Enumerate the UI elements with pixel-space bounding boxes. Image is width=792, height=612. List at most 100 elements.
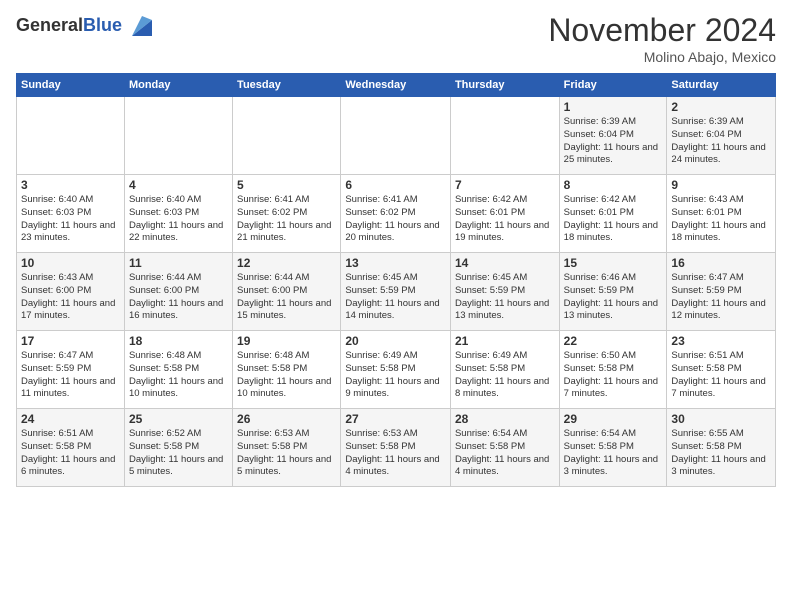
day-info: Sunrise: 6:44 AM Sunset: 6:00 PM Dayligh… bbox=[129, 272, 228, 323]
calendar-cell: 5 Sunrise: 6:41 AM Sunset: 6:02 PM Daylig… bbox=[233, 175, 341, 253]
day-info: Sunrise: 6:55 AM Sunset: 5:58 PM Dayligh… bbox=[671, 428, 771, 479]
calendar-cell bbox=[233, 97, 341, 175]
day-number: 17 bbox=[21, 334, 120, 348]
day-info: Sunrise: 6:39 AM Sunset: 6:04 PM Dayligh… bbox=[564, 116, 663, 167]
day-info: Sunrise: 6:53 AM Sunset: 5:58 PM Dayligh… bbox=[237, 428, 336, 479]
day-info: Sunrise: 6:45 AM Sunset: 5:59 PM Dayligh… bbox=[455, 272, 555, 323]
calendar-cell: 25 Sunrise: 6:52 AM Sunset: 5:58 PM Dayli… bbox=[124, 409, 232, 487]
col-monday: Monday bbox=[124, 74, 232, 97]
day-info: Sunrise: 6:52 AM Sunset: 5:58 PM Dayligh… bbox=[129, 428, 228, 479]
col-wednesday: Wednesday bbox=[341, 74, 451, 97]
day-number: 16 bbox=[671, 256, 771, 270]
calendar-week-row: 3 Sunrise: 6:40 AM Sunset: 6:03 PM Daylig… bbox=[17, 175, 776, 253]
day-number: 28 bbox=[455, 412, 555, 426]
calendar-cell: 28Sunrise: 6:54 AM Sunset: 5:58 PM Dayli… bbox=[450, 409, 559, 487]
day-number: 18 bbox=[129, 334, 228, 348]
day-info: Sunrise: 6:39 AM Sunset: 6:04 PM Dayligh… bbox=[671, 116, 771, 167]
header: GeneralBlue November 2024 Molino Abajo, … bbox=[16, 12, 776, 65]
calendar-cell: 18Sunrise: 6:48 AM Sunset: 5:58 PM Dayli… bbox=[124, 331, 232, 409]
calendar-cell: 21 Sunrise: 6:49 AM Sunset: 5:58 PM Dayli… bbox=[450, 331, 559, 409]
day-number: 15 bbox=[564, 256, 663, 270]
day-number: 10 bbox=[21, 256, 120, 270]
calendar-week-row: 10 Sunrise: 6:43 AM Sunset: 6:00 PM Dayli… bbox=[17, 253, 776, 331]
day-number: 24 bbox=[21, 412, 120, 426]
day-info: Sunrise: 6:47 AM Sunset: 5:59 PM Dayligh… bbox=[671, 272, 771, 323]
day-info: Sunrise: 6:41 AM Sunset: 6:02 PM Dayligh… bbox=[237, 194, 336, 245]
day-info: Sunrise: 6:49 AM Sunset: 5:58 PM Dayligh… bbox=[455, 350, 555, 401]
day-info: Sunrise: 6:40 AM Sunset: 6:03 PM Dayligh… bbox=[21, 194, 120, 245]
day-number: 9 bbox=[671, 178, 771, 192]
logo: GeneralBlue bbox=[16, 12, 152, 40]
day-info: Sunrise: 6:51 AM Sunset: 5:58 PM Dayligh… bbox=[671, 350, 771, 401]
day-number: 5 bbox=[237, 178, 336, 192]
calendar-cell: 29Sunrise: 6:54 AM Sunset: 5:58 PM Dayli… bbox=[559, 409, 667, 487]
day-info: Sunrise: 6:47 AM Sunset: 5:59 PM Dayligh… bbox=[21, 350, 120, 401]
day-info: Sunrise: 6:46 AM Sunset: 5:59 PM Dayligh… bbox=[564, 272, 663, 323]
logo-icon bbox=[124, 12, 152, 40]
calendar-cell: 15 Sunrise: 6:46 AM Sunset: 5:59 PM Dayli… bbox=[559, 253, 667, 331]
col-friday: Friday bbox=[559, 74, 667, 97]
day-info: Sunrise: 6:50 AM Sunset: 5:58 PM Dayligh… bbox=[564, 350, 663, 401]
calendar-cell: 26 Sunrise: 6:53 AM Sunset: 5:58 PM Dayli… bbox=[233, 409, 341, 487]
day-number: 12 bbox=[237, 256, 336, 270]
day-number: 6 bbox=[345, 178, 446, 192]
day-info: Sunrise: 6:43 AM Sunset: 6:01 PM Dayligh… bbox=[671, 194, 771, 245]
calendar-cell: 20Sunrise: 6:49 AM Sunset: 5:58 PM Dayli… bbox=[341, 331, 451, 409]
day-info: Sunrise: 6:41 AM Sunset: 6:02 PM Dayligh… bbox=[345, 194, 446, 245]
calendar-cell: 8 Sunrise: 6:42 AM Sunset: 6:01 PM Daylig… bbox=[559, 175, 667, 253]
day-number: 3 bbox=[21, 178, 120, 192]
calendar-cell: 30Sunrise: 6:55 AM Sunset: 5:58 PM Dayli… bbox=[667, 409, 776, 487]
day-number: 19 bbox=[237, 334, 336, 348]
calendar-week-row: 24Sunrise: 6:51 AM Sunset: 5:58 PM Dayli… bbox=[17, 409, 776, 487]
col-saturday: Saturday bbox=[667, 74, 776, 97]
calendar-cell: 6 Sunrise: 6:41 AM Sunset: 6:02 PM Daylig… bbox=[341, 175, 451, 253]
day-number: 8 bbox=[564, 178, 663, 192]
day-number: 7 bbox=[455, 178, 555, 192]
day-info: Sunrise: 6:42 AM Sunset: 6:01 PM Dayligh… bbox=[564, 194, 663, 245]
calendar-week-row: 1 Sunrise: 6:39 AM Sunset: 6:04 PM Daylig… bbox=[17, 97, 776, 175]
day-number: 14 bbox=[455, 256, 555, 270]
calendar-cell: 4 Sunrise: 6:40 AM Sunset: 6:03 PM Daylig… bbox=[124, 175, 232, 253]
col-sunday: Sunday bbox=[17, 74, 125, 97]
calendar-cell: 7 Sunrise: 6:42 AM Sunset: 6:01 PM Daylig… bbox=[450, 175, 559, 253]
day-info: Sunrise: 6:53 AM Sunset: 5:58 PM Dayligh… bbox=[345, 428, 446, 479]
calendar-cell: 23 Sunrise: 6:51 AM Sunset: 5:58 PM Dayli… bbox=[667, 331, 776, 409]
calendar-cell: 13Sunrise: 6:45 AM Sunset: 5:59 PM Dayli… bbox=[341, 253, 451, 331]
day-number: 1 bbox=[564, 100, 663, 114]
day-number: 25 bbox=[129, 412, 228, 426]
calendar-cell: 19 Sunrise: 6:48 AM Sunset: 5:58 PM Dayli… bbox=[233, 331, 341, 409]
logo-general-text: GeneralBlue bbox=[16, 16, 122, 36]
day-number: 29 bbox=[564, 412, 663, 426]
day-info: Sunrise: 6:40 AM Sunset: 6:03 PM Dayligh… bbox=[129, 194, 228, 245]
day-number: 23 bbox=[671, 334, 771, 348]
calendar-table: Sunday Monday Tuesday Wednesday Thursday… bbox=[16, 73, 776, 487]
calendar-cell: 2Sunrise: 6:39 AM Sunset: 6:04 PM Daylig… bbox=[667, 97, 776, 175]
day-info: Sunrise: 6:48 AM Sunset: 5:58 PM Dayligh… bbox=[237, 350, 336, 401]
col-thursday: Thursday bbox=[450, 74, 559, 97]
title-block: November 2024 Molino Abajo, Mexico bbox=[548, 12, 776, 65]
calendar-cell: 16 Sunrise: 6:47 AM Sunset: 5:59 PM Dayli… bbox=[667, 253, 776, 331]
calendar-cell: 10 Sunrise: 6:43 AM Sunset: 6:00 PM Dayli… bbox=[17, 253, 125, 331]
day-number: 21 bbox=[455, 334, 555, 348]
calendar-cell bbox=[17, 97, 125, 175]
calendar-cell: 17 Sunrise: 6:47 AM Sunset: 5:59 PM Dayli… bbox=[17, 331, 125, 409]
day-info: Sunrise: 6:44 AM Sunset: 6:00 PM Dayligh… bbox=[237, 272, 336, 323]
calendar-cell: 24Sunrise: 6:51 AM Sunset: 5:58 PM Dayli… bbox=[17, 409, 125, 487]
day-info: Sunrise: 6:43 AM Sunset: 6:00 PM Dayligh… bbox=[21, 272, 120, 323]
location: Molino Abajo, Mexico bbox=[548, 49, 776, 65]
day-number: 26 bbox=[237, 412, 336, 426]
page-container: GeneralBlue November 2024 Molino Abajo, … bbox=[0, 0, 792, 495]
day-info: Sunrise: 6:45 AM Sunset: 5:59 PM Dayligh… bbox=[345, 272, 446, 323]
calendar-cell: 27Sunrise: 6:53 AM Sunset: 5:58 PM Dayli… bbox=[341, 409, 451, 487]
day-number: 4 bbox=[129, 178, 228, 192]
col-tuesday: Tuesday bbox=[233, 74, 341, 97]
calendar-header-row: Sunday Monday Tuesday Wednesday Thursday… bbox=[17, 74, 776, 97]
calendar-cell: 1 Sunrise: 6:39 AM Sunset: 6:04 PM Daylig… bbox=[559, 97, 667, 175]
calendar-cell: 14 Sunrise: 6:45 AM Sunset: 5:59 PM Dayli… bbox=[450, 253, 559, 331]
day-info: Sunrise: 6:42 AM Sunset: 6:01 PM Dayligh… bbox=[455, 194, 555, 245]
month-title: November 2024 bbox=[548, 12, 776, 49]
calendar-cell bbox=[341, 97, 451, 175]
calendar-week-row: 17 Sunrise: 6:47 AM Sunset: 5:59 PM Dayli… bbox=[17, 331, 776, 409]
day-number: 11 bbox=[129, 256, 228, 270]
day-number: 20 bbox=[345, 334, 446, 348]
